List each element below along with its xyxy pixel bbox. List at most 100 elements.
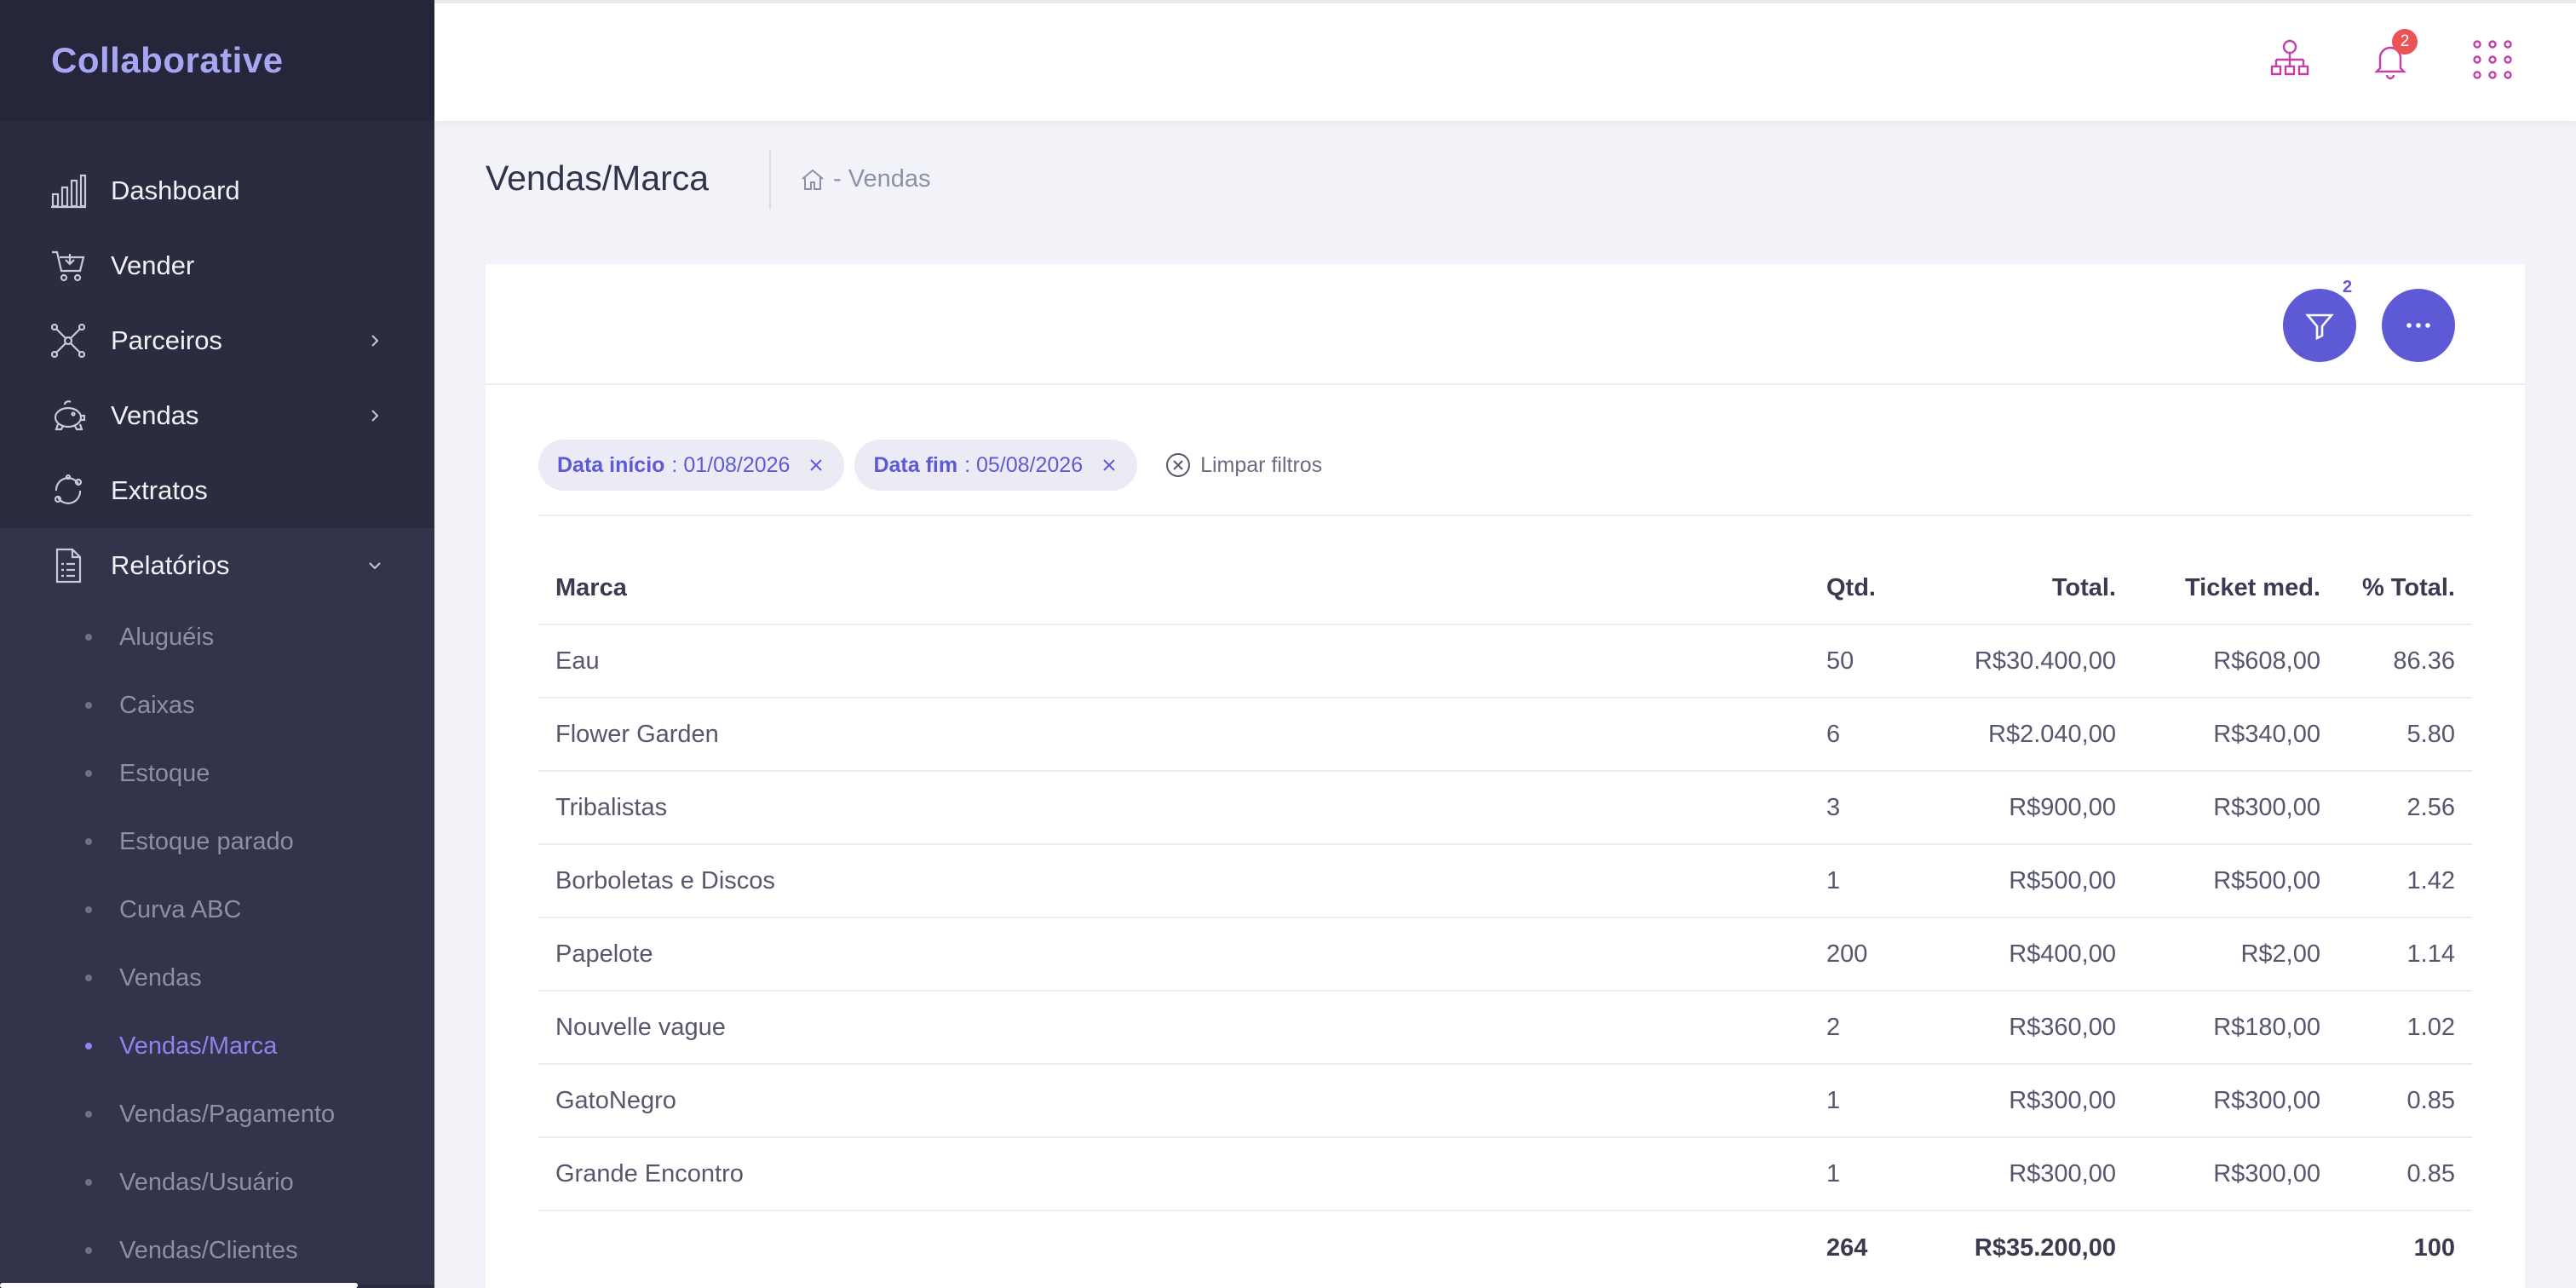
apps-grid-icon[interactable] [2470,37,2515,82]
filter-chip-key: Data início [557,452,665,477]
submenu-item-estoque-parado[interactable]: Estoque parado [0,808,434,876]
cell-ticket: R$608,00 [2213,647,2320,675]
bullet-icon [85,1043,92,1049]
bullet-icon [85,838,92,845]
cell-pct: 0.85 [2406,1159,2455,1187]
sidebar-item-dashboard[interactable]: Dashboard [0,153,434,228]
sidebar-item-label: Vendas [111,400,199,430]
cell-ticket: R$2,00 [2240,940,2320,968]
active-filters: Data início : 01/08/2026 Data fim : 05/0… [538,440,1322,491]
submenu-item-vendas-usuario[interactable]: Vendas/Usuário [0,1148,434,1216]
footer-pct-total: 100 [2413,1233,2455,1262]
cell-qtd: 200 [1826,940,1868,968]
bullet-icon [85,770,92,777]
submenu-item-vendas-marca[interactable]: Vendas/Marca [0,1012,434,1080]
more-horizontal-icon [2406,323,2430,328]
piggy-bank-icon [49,397,87,434]
filter-chip-key: Data fim [873,452,958,477]
sidebar: Collaborative Dashboard Vender Parceiros [0,0,434,1288]
bullet-icon [85,1247,92,1254]
divider [538,515,2472,516]
column-header-total[interactable]: Total. [1946,574,2116,602]
cell-pct: 5.80 [2406,720,2455,748]
report-card: 2 Data início : 01/08/2026 Data fim : 05… [486,264,2525,1288]
cell-ticket: R$300,00 [2213,793,2320,821]
topbar [434,0,2576,121]
cell-ticket: R$300,00 [2213,1086,2320,1114]
filter-icon [2305,313,2334,341]
bullet-icon [85,634,92,641]
submenu-item-alugueis[interactable]: Aluguéis [0,603,434,671]
cell-marca: Tribalistas [555,793,668,821]
filter-button[interactable] [2283,289,2356,362]
org-chart-icon[interactable] [2268,37,2312,82]
chevron-right-icon [371,410,379,422]
sidebar-item-extratos[interactable]: Extratos [0,453,434,528]
footer-total: R$35.200,00 [1974,1233,2116,1262]
submenu-item-vendas-pagamento[interactable]: Vendas/Pagamento [0,1080,434,1148]
cell-qtd: 50 [1826,647,1854,675]
sidebar-item-label: Dashboard [111,175,240,205]
cell-qtd: 3 [1826,793,1841,821]
cell-pct: 1.14 [2406,940,2455,968]
cell-total: R$360,00 [2009,1013,2116,1041]
cell-marca: GatoNegro [555,1086,676,1114]
sidebar-item-parceiros[interactable]: Parceiros [0,303,434,378]
cell-qtd: 2 [1826,1013,1841,1041]
card-header: 2 [486,264,2525,385]
breadcrumb-label[interactable]: - Vendas [833,165,930,193]
column-header-qtd[interactable]: Qtd. [1826,574,1946,602]
brand-logo[interactable]: Collaborative [0,0,434,121]
footer-qtd-total: 264 [1826,1233,1868,1262]
table-row: Flower Garden 6 R$2.040,00 R$340,00 5.80 [538,699,2472,772]
submenu-item-curva-abc[interactable]: Curva ABC [0,876,434,944]
cell-pct: 2.56 [2406,793,2455,821]
sidebar-item-relatorios[interactable]: Relatórios [0,528,434,603]
cell-pct: 86.36 [2393,647,2455,675]
column-header-pct[interactable]: % Total. [2320,574,2472,602]
bullet-icon [85,975,92,981]
cell-total: R$400,00 [2009,940,2116,968]
bullet-icon [85,702,92,709]
table-row: Borboletas e Discos 1 R$500,00 R$500,00 … [538,845,2472,918]
sidebar-item-vender[interactable]: Vender [0,228,434,303]
column-header-ticket[interactable]: Ticket med. [2116,574,2320,602]
table-row: Papelote 200 R$400,00 R$2,00 1.14 [538,918,2472,992]
submenu-item-estoque[interactable]: Estoque [0,739,434,808]
cell-ticket: R$300,00 [2213,1159,2320,1187]
clear-circle-icon [1166,453,1191,477]
column-header-marca[interactable]: Marca [538,574,1826,602]
table-row: Nouvelle vague 2 R$360,00 R$180,00 1.02 [538,992,2472,1065]
cell-marca: Nouvelle vague [555,1013,726,1041]
filter-chip-end-date[interactable]: Data fim : 05/08/2026 [854,440,1138,491]
table-header-row: Marca Qtd. Total. Ticket med. % Total. [538,552,2472,625]
cell-total: R$30.400,00 [1974,647,2116,675]
sidebar-item-label: Extratos [111,475,208,505]
bar-chart-icon [49,172,87,210]
filter-chip-start-date[interactable]: Data início : 01/08/2026 [538,440,845,491]
chevron-right-icon [371,335,379,347]
submenu-item-caixas[interactable]: Caixas [0,671,434,739]
cell-ticket: R$180,00 [2213,1013,2320,1041]
submenu-item-vendas[interactable]: Vendas [0,944,434,1012]
submenu-item-vendas-clientes[interactable]: Vendas/Clientes [0,1216,434,1285]
cell-marca: Eau [555,647,600,675]
close-icon[interactable] [1100,456,1118,474]
cell-ticket: R$500,00 [2213,866,2320,894]
page-title: Vendas/Marca [486,158,710,198]
close-icon[interactable] [807,456,825,474]
bullet-icon [85,906,92,913]
more-options-button[interactable] [2382,289,2455,362]
home-icon[interactable] [799,166,826,193]
brand-name: Collaborative [51,40,284,80]
report-icon [49,547,87,584]
sidebar-item-vendas[interactable]: Vendas [0,378,434,453]
table-row: Eau 50 R$30.400,00 R$608,00 86.36 [538,625,2472,699]
cell-pct: 1.42 [2406,866,2455,894]
clear-filters-button[interactable]: Limpar filtros [1164,451,1322,479]
filter-chip-value: : 05/08/2026 [964,452,1084,477]
bullet-icon [85,1111,92,1118]
sidebar-scrollbar[interactable] [0,1283,358,1288]
cell-total: R$2.040,00 [1988,720,2116,748]
table-row: Grande Encontro 1 R$300,00 R$300,00 0.85 [538,1138,2472,1211]
